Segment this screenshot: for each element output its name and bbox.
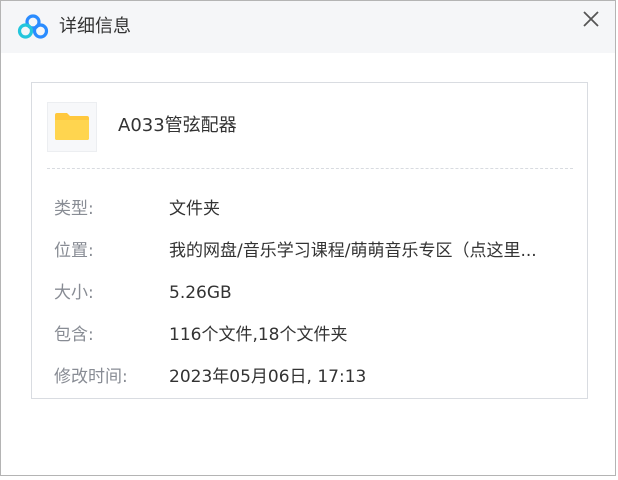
baidu-netdisk-logo-icon (17, 14, 49, 39)
detail-row-modified: 修改时间: 2023年05月06日, 17:13 (54, 364, 574, 390)
details-dialog: 详细信息 A033管弦配器 类型: 文件夹 位置: 我的网盘/音乐学习课程/萌萌… (0, 0, 616, 476)
location-value[interactable]: 我的网盘/音乐学习课程/萌萌音乐专区（点这里... (169, 238, 537, 264)
type-label: 类型: (54, 199, 94, 219)
folder-thumbnail (47, 102, 97, 152)
size-value: 5.26GB (169, 283, 232, 303)
contains-value: 116个文件,18个文件夹 (169, 325, 348, 345)
details-card: A033管弦配器 类型: 文件夹 位置: 我的网盘/音乐学习课程/萌萌音乐专区（… (31, 82, 588, 399)
modified-value: 2023年05月06日, 17:13 (169, 367, 367, 387)
dialog-title: 详细信息 (59, 16, 131, 37)
detail-row-contains: 包含: 116个文件,18个文件夹 (54, 322, 574, 348)
title-bar: 详细信息 (1, 1, 615, 53)
detail-row-location: 位置: 我的网盘/音乐学习课程/萌萌音乐专区（点这里... (54, 238, 574, 264)
modified-label: 修改时间: (54, 367, 128, 387)
folder-icon (55, 113, 89, 140)
contains-label: 包含: (54, 325, 94, 345)
close-icon[interactable] (579, 7, 603, 31)
divider (47, 168, 573, 169)
detail-row-size: 大小: 5.26GB (54, 280, 574, 306)
size-label: 大小: (54, 283, 94, 303)
location-label: 位置: (54, 241, 94, 261)
folder-name: A033管弦配器 (118, 115, 237, 136)
detail-row-type: 类型: 文件夹 (54, 196, 574, 222)
type-value: 文件夹 (169, 199, 220, 219)
